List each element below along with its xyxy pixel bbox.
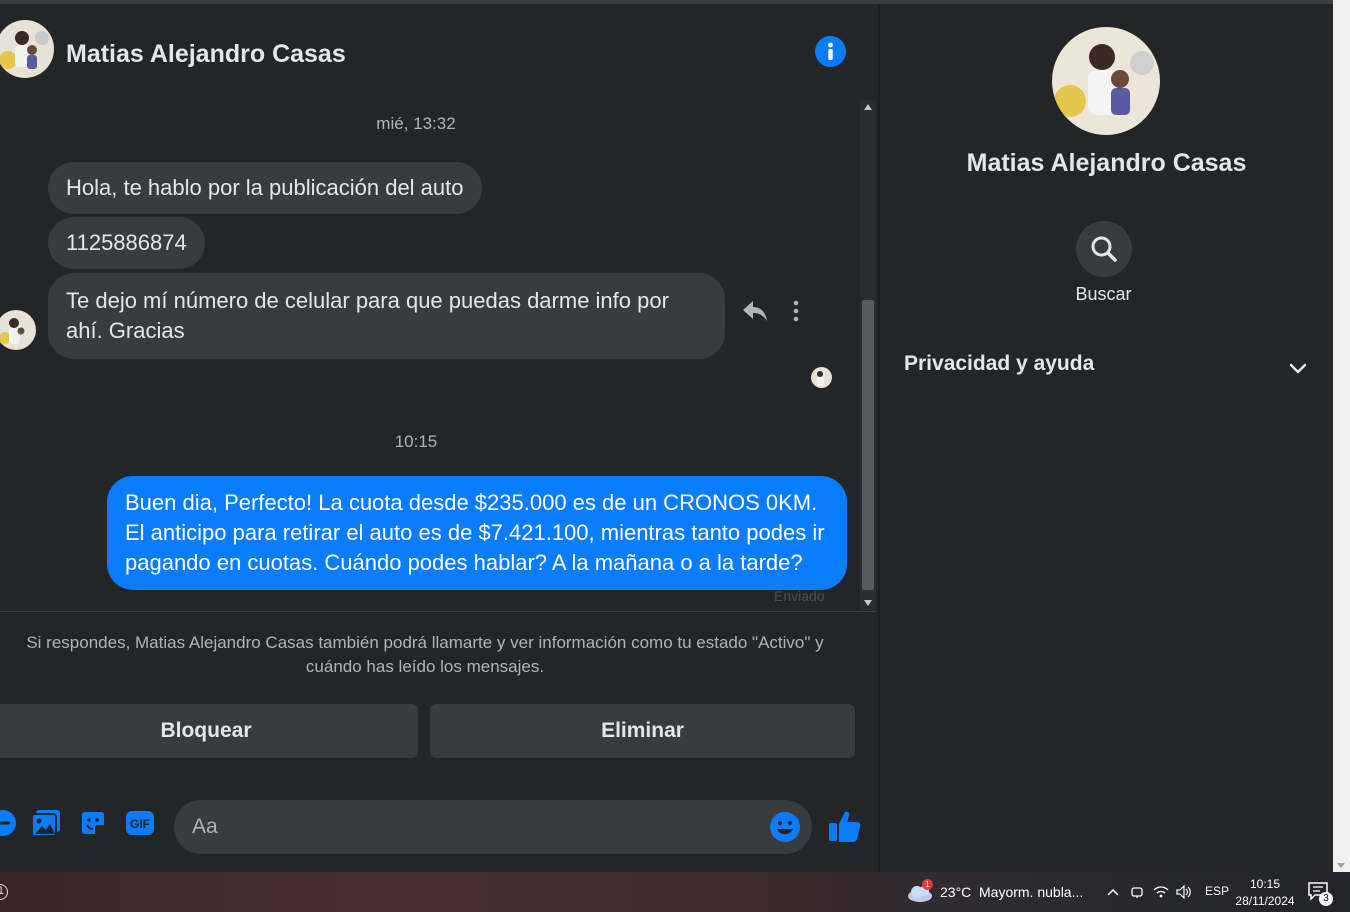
message-list[interactable]: mié, 13:32 Hola, te hablo por la publica… <box>0 100 860 608</box>
chevron-up-icon <box>1107 888 1119 896</box>
info-icon <box>828 42 833 60</box>
scroll-down-arrow[interactable] <box>864 600 872 606</box>
svg-text:GIF: GIF <box>130 817 150 831</box>
chat-header: Matias Alejandro Casas <box>0 4 878 100</box>
sent-status: Enviado <box>774 588 825 604</box>
contact-name[interactable]: Matias Alejandro Casas <box>66 40 346 69</box>
contact-info-panel: Matias Alejandro Casas Buscar Privacidad… <box>880 4 1333 872</box>
message-timestamp: mié, 13:32 <box>376 114 456 133</box>
image-icon <box>31 810 60 837</box>
delete-button[interactable]: Eliminar <box>430 704 855 758</box>
input-language[interactable]: ESP <box>1205 884 1229 898</box>
block-button[interactable]: Bloquear <box>0 704 418 758</box>
reply-icon <box>743 301 767 321</box>
search-icon <box>1091 236 1117 262</box>
weather-condition: Mayorm. nubla... <box>979 884 1084 900</box>
chevron-down-icon[interactable] <box>1287 357 1309 379</box>
composer: GIF <box>0 796 878 856</box>
weather-alert-badge: 1 <box>922 879 933 890</box>
more-icon <box>793 300 799 322</box>
attach-image-button[interactable] <box>29 806 63 840</box>
taskbar-app-badge[interactable]: 1 <box>0 884 8 900</box>
privacy-help-section[interactable]: Privacidad y ayuda <box>904 347 1309 387</box>
like-icon <box>829 811 861 842</box>
network-button[interactable] <box>1152 883 1170 901</box>
outgoing-message[interactable]: Buen dia, Perfecto! La cuota desde $235.… <box>107 476 847 590</box>
sticker-button[interactable] <box>76 806 110 840</box>
plus-icon <box>0 810 16 836</box>
meet-button[interactable] <box>1128 883 1146 901</box>
message-input[interactable] <box>174 800 812 854</box>
search-label[interactable]: Buscar <box>880 284 1327 305</box>
network-icon <box>1153 886 1169 898</box>
notification-count-badge: 3 <box>1319 892 1333 906</box>
reply-button[interactable] <box>740 296 770 326</box>
more-actions-button[interactable] <box>0 806 20 840</box>
volume-button[interactable] <box>1175 883 1193 901</box>
emoji-button[interactable] <box>768 810 802 844</box>
incoming-message[interactable]: Hola, te hablo por la publicación del au… <box>48 162 482 214</box>
like-button[interactable] <box>826 808 864 846</box>
composer-divider <box>0 611 876 612</box>
volume-icon <box>1176 885 1191 899</box>
windows-taskbar: 1 1 23°C Mayorm. nubla... ESP 10:15 28/1… <box>0 872 1350 912</box>
gif-button[interactable]: GIF <box>123 806 157 840</box>
scroll-thumb[interactable] <box>862 300 874 590</box>
emoji-icon <box>770 812 800 842</box>
contact-avatar[interactable] <box>0 20 54 78</box>
message-request-notice: Si respondes, Matias Alejandro Casas tam… <box>26 633 824 676</box>
info-button[interactable] <box>815 36 846 67</box>
clock-date: 28/11/2024 <box>1235 894 1295 908</box>
show-hidden-icons-button[interactable] <box>1104 883 1122 901</box>
sticker-icon <box>82 812 104 834</box>
profile-avatar[interactable] <box>1052 27 1160 135</box>
clock-time: 10:15 <box>1249 877 1281 891</box>
sender-avatar[interactable] <box>0 310 36 350</box>
weather-widget[interactable]: 1 23°C Mayorm. nubla... <box>906 879 1096 904</box>
seen-indicator-avatar <box>811 367 832 388</box>
temperature: 23°C <box>940 884 972 900</box>
chat-panel: Matias Alejandro Casas mié, 13:32 Hola, … <box>0 4 878 872</box>
search-button[interactable] <box>1076 221 1132 277</box>
incoming-message[interactable]: Te dejo mí número de celular para que pu… <box>48 273 725 359</box>
scroll-up-arrow[interactable] <box>864 104 872 110</box>
profile-name: Matias Alejandro Casas <box>966 149 1247 177</box>
window-scrollbar[interactable] <box>1333 0 1350 872</box>
message-scrollbar[interactable] <box>860 100 876 610</box>
camera-icon <box>1131 887 1143 898</box>
gif-icon: GIF <box>126 811 154 835</box>
privacy-help-title: Privacidad y ayuda <box>904 352 1095 375</box>
window-scroll-down-arrow[interactable] <box>1337 863 1345 868</box>
incoming-message[interactable]: 1125886874 <box>48 217 205 269</box>
message-timestamp: 10:15 <box>394 432 438 451</box>
more-options-button[interactable] <box>783 296 809 326</box>
messenger-window: Matias Alejandro Casas mié, 13:32 Hola, … <box>0 0 1350 872</box>
taskbar-clock[interactable]: 10:15 28/11/2024 <box>1230 876 1300 910</box>
notification-center-button[interactable]: 3 <box>1307 881 1333 906</box>
